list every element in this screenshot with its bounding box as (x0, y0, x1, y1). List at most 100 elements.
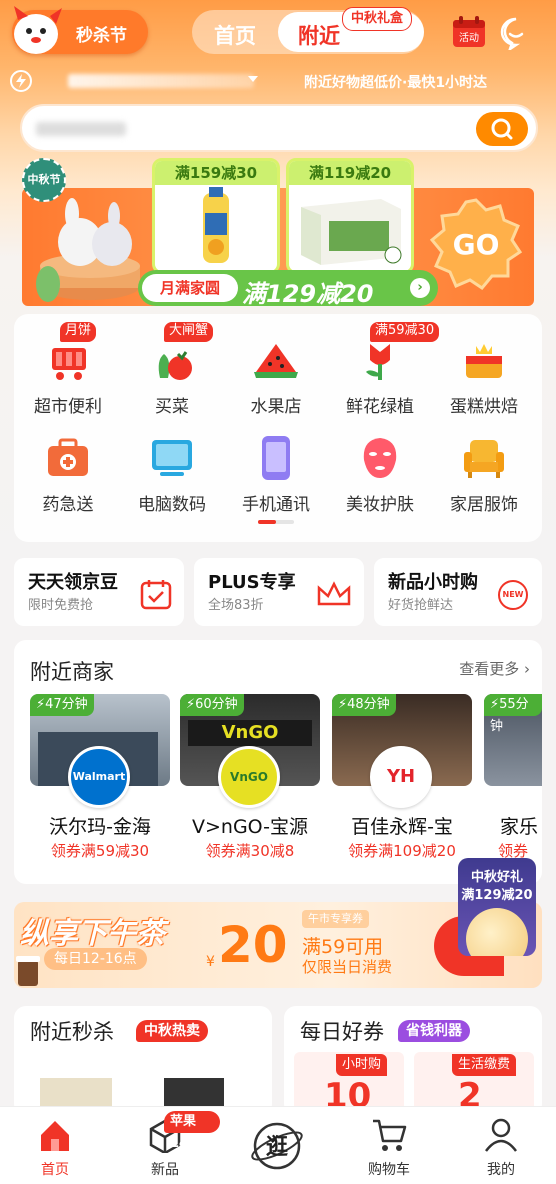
store-card-carrefour[interactable]: ⚡55分钟 家乐 领券 (484, 694, 542, 870)
new-badge-icon: NEW (498, 580, 528, 610)
coupon-tag: 午市专享券 (302, 910, 369, 928)
product-card-milk[interactable]: 满119减20 (286, 158, 414, 274)
milk-box-image (301, 199, 402, 265)
mid-autumn-gift-badge: 中秋礼盒 (342, 7, 413, 31)
nav-new[interactable]: 苹果14 新品 (110, 1107, 220, 1184)
delivery-time-badge: ⚡60分钟 (180, 694, 244, 716)
category-label: 蛋糕烘焙 (450, 397, 518, 417)
jd-logo[interactable]: 秒杀节 (12, 6, 148, 54)
category-grid: 月饼 超市便利 大闸蟹 买菜 水果店 满59减30 鲜花绿植 蛋糕烘焙 药急送 … (14, 314, 542, 542)
chevron-down-icon[interactable] (248, 76, 258, 82)
chevron-right-icon: › (410, 278, 430, 298)
home-icon (41, 1121, 69, 1151)
quick-jd-beans[interactable]: 天天领京豆 限时免费抢 (14, 558, 184, 626)
delivery-time-badge: ⚡48分钟 (332, 694, 396, 716)
section-title: 附近秒杀 (30, 1020, 114, 1044)
tea-title: 纵享下午茶 (20, 916, 166, 950)
flash-sale-section[interactable]: 附近秒杀 中秋热卖 (14, 1006, 272, 1116)
nav-label: 购物车 (368, 1162, 410, 1178)
section-title: 每日好券 (300, 1020, 384, 1044)
mid-autumn-float-badge[interactable]: 中秋好礼 满129减20 (458, 858, 536, 956)
banner-offer-pill[interactable]: 月满家圆 满129减20 › (138, 270, 438, 308)
category-badge: 大闸蟹 (164, 322, 214, 342)
coupon-condition: 满59可用 (302, 936, 384, 958)
promo-banner[interactable]: 中秋节 满159减30 满119减20 GO 月满家圆 满129减20 › (22, 158, 534, 308)
see-more-link[interactable]: 查看更多 › (459, 658, 530, 679)
crown-icon (317, 581, 351, 606)
sofa-icon (464, 440, 504, 478)
store-card-vango[interactable]: VnGO ⚡60分钟 VnGO V>nGO-宝源 领券满30减8 (180, 694, 320, 870)
tab-nearby-label: 附近 (298, 24, 340, 48)
calendar-check-icon (140, 580, 172, 610)
phone-icon (262, 436, 290, 480)
nav-label: 新品 (151, 1162, 179, 1178)
see-more-label: 查看更多 (459, 660, 520, 678)
quick-new-products[interactable]: 新品小时购 好货抢鲜达 NEW (374, 558, 542, 626)
float-line1: 中秋好礼 (470, 870, 523, 885)
nav-home[interactable]: 首页 (0, 1107, 110, 1184)
card-discount-label: 满119减20 (289, 161, 411, 185)
store-name: V>nGO-宝源 (191, 816, 309, 838)
search-bar[interactable] (20, 104, 538, 152)
chat-bubble-icon (500, 17, 524, 53)
activity-label: 活动 (459, 32, 479, 44)
coupon-currency: ¥ (206, 954, 215, 970)
vegetable-icon (158, 351, 192, 380)
tea-time: 每日12-16点 (44, 948, 147, 970)
category-label: 鲜花绿植 (346, 397, 414, 417)
category-label: 手机通讯 (242, 495, 310, 515)
store-coupon: 领券满109减20 (348, 842, 456, 860)
category-badge: 月饼 (60, 322, 97, 342)
category-label: 水果店 (250, 397, 302, 417)
section-tag: 中秋热卖 (136, 1020, 208, 1042)
quick-title: 新品小时购 (388, 572, 478, 593)
go-coin-image: GO (429, 198, 523, 290)
pill-discount-text: 满129减20 (242, 280, 374, 308)
address-text-redacted[interactable] (68, 74, 254, 88)
location-row: 附近好物超低价·最快1小时达 (10, 68, 550, 96)
quick-title: 天天领京豆 (28, 572, 118, 593)
nav-label: 首页 (41, 1162, 69, 1178)
face-mask-icon (363, 438, 397, 478)
search-placeholder-redacted (36, 122, 126, 136)
product-card-oil[interactable]: 满159减30 (152, 158, 280, 274)
flower-icon (366, 344, 390, 380)
tab-home[interactable]: 首页 (214, 20, 256, 50)
nav-label: 我的 (487, 1162, 515, 1178)
activity-button[interactable]: 活动 (452, 16, 486, 48)
store-card-walmart[interactable]: ⚡47分钟 Walmart 沃尔玛-金海 领券满59减30 (30, 694, 170, 870)
search-icon (491, 118, 513, 140)
category-label: 超市便利 (34, 397, 102, 417)
quick-subtitle: 全场83折 (208, 598, 264, 613)
browse-planet-icon: 逛 (251, 1122, 303, 1170)
yonghui-logo: YH (370, 746, 432, 808)
watermelon-icon (254, 344, 298, 378)
activity-calendar-icon: 活动 (453, 16, 485, 47)
daily-coupons-section[interactable]: 每日好券 省钱利器 小时购 10 生活缴费 2 (284, 1006, 542, 1116)
page-indicator (258, 520, 294, 524)
nav-browse[interactable]: 逛 (222, 1107, 332, 1184)
store-name: 沃尔玛-金海 (49, 816, 151, 838)
coupon-type: 小时购 (336, 1054, 388, 1076)
go-coin-text: GO (453, 228, 500, 261)
message-button[interactable] (499, 16, 533, 53)
logo-text: 秒杀节 (76, 26, 127, 46)
monitor-icon (152, 440, 192, 476)
oil-bottle-image (203, 187, 229, 263)
delivery-slogan: 附近好物超低价·最快1小时达 (304, 75, 488, 91)
nav-mine[interactable]: 我的 (446, 1107, 556, 1184)
cart-icon (52, 348, 86, 380)
float-line2: 满129减20 (461, 888, 533, 903)
coffee-cup-icon (16, 956, 40, 986)
lightning-location-icon (10, 70, 32, 92)
coupon-limit: 仅限当日消费 (302, 958, 393, 976)
quick-plus[interactable]: PLUS专享 全场83折 (194, 558, 364, 626)
delivery-time-badge: ⚡47分钟 (30, 694, 94, 716)
walmart-logo: Walmart (68, 746, 130, 808)
shopping-cart-icon (373, 1119, 407, 1151)
cake-icon (466, 344, 502, 378)
search-button[interactable] (476, 112, 528, 146)
nav-cart[interactable]: 购物车 (334, 1107, 444, 1184)
quick-title: PLUS专享 (208, 572, 296, 593)
store-card-yonghui[interactable]: ⚡48分钟 YH 百佳永辉-宝 领券满109减20 (332, 694, 472, 870)
